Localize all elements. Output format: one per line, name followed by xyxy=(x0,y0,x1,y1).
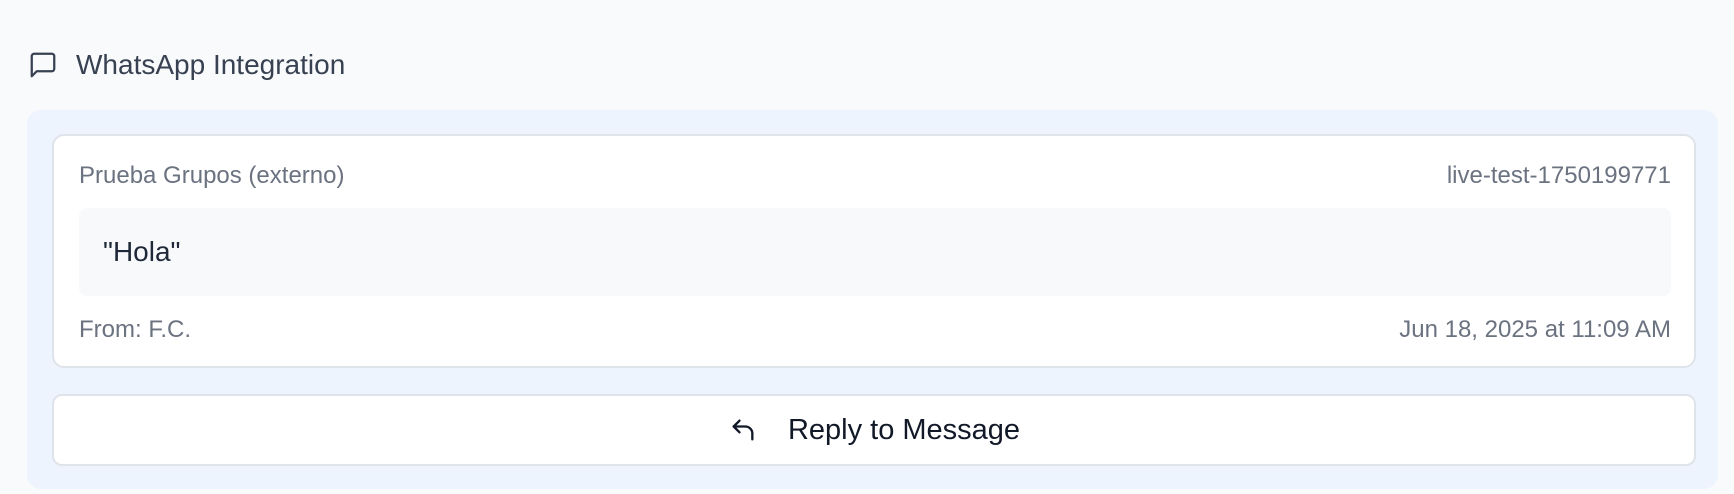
message-body: "Hola" xyxy=(79,208,1671,296)
section-title: WhatsApp Integration xyxy=(76,49,346,80)
reply-arrow-icon xyxy=(728,415,758,445)
message-text: "Hola" xyxy=(103,236,181,267)
message-sender: From: F.C. xyxy=(79,316,191,343)
whatsapp-message-panel: Prueba Grupos (externo) live-test-175019… xyxy=(27,110,1718,489)
message-square-icon xyxy=(28,50,58,80)
message-card-header: Prueba Grupos (externo) live-test-175019… xyxy=(79,162,1671,190)
whatsapp-integration-page: WhatsApp Integration Prueba Grupos (exte… xyxy=(0,0,1734,494)
reply-button-label: Reply to Message xyxy=(787,413,1021,446)
section-header: WhatsApp Integration xyxy=(28,47,345,83)
reply-to-message-button[interactable]: Reply to Message xyxy=(52,394,1696,466)
group-name: Prueba Grupos (externo) xyxy=(79,162,345,189)
session-id: live-test-1750199771 xyxy=(1446,162,1671,189)
message-card: Prueba Grupos (externo) live-test-175019… xyxy=(52,134,1696,368)
message-timestamp: Jun 18, 2025 at 11:09 AM xyxy=(1399,316,1671,343)
message-card-footer: From: F.C. Jun 18, 2025 at 11:09 AM xyxy=(79,316,1671,344)
